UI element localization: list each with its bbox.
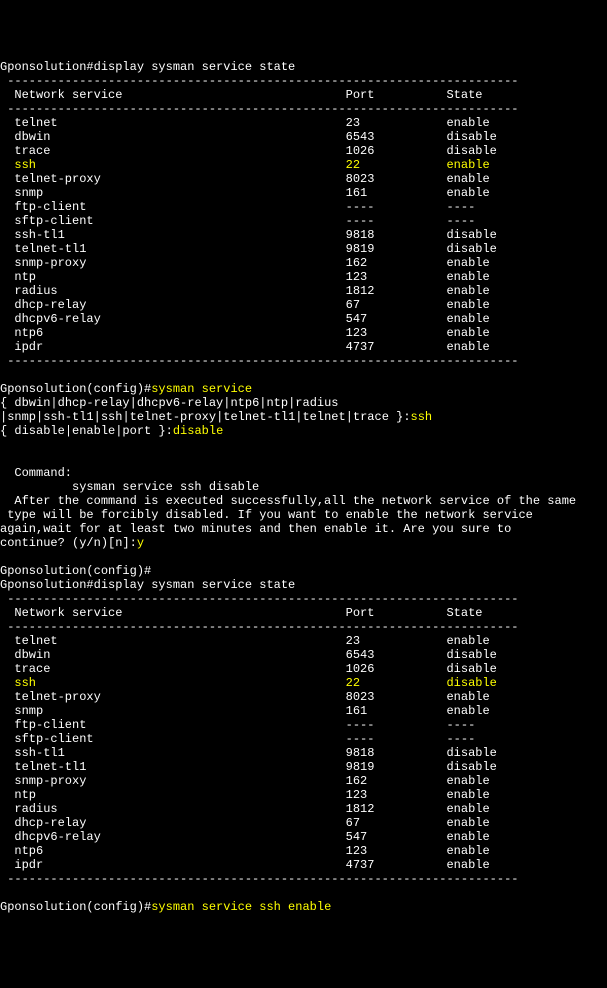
- terminal-line: continue? (y/n)[n]:y: [0, 536, 607, 550]
- terminal-line: dbwin 6543 disable: [0, 648, 607, 662]
- terminal-line: ssh-tl1 9818 disable: [0, 228, 607, 242]
- terminal-line: { disable|enable|port }:disable: [0, 424, 607, 438]
- terminal-line: snmp-proxy 162 enable: [0, 774, 607, 788]
- prompt: Gponsolution(config)#: [0, 900, 151, 914]
- terminal-line: telnet-tl1 9819 disable: [0, 760, 607, 774]
- terminal-line: trace 1026 disable: [0, 144, 607, 158]
- terminal-line: |snmp|ssh-tl1|ssh|telnet-proxy|telnet-tl…: [0, 410, 607, 424]
- terminal-line: ntp6 123 enable: [0, 844, 607, 858]
- terminal-line: ----------------------------------------…: [0, 354, 607, 368]
- terminal-line: [0, 550, 607, 564]
- command: display sysman service state: [94, 60, 296, 74]
- user-input: disable: [173, 424, 223, 438]
- user-input: ssh: [411, 410, 433, 424]
- terminal-line: ----------------------------------------…: [0, 592, 607, 606]
- prompt: Gponsolution(config)#: [0, 564, 151, 578]
- terminal-line: ssh-tl1 9818 disable: [0, 746, 607, 760]
- terminal-line: sysman service ssh disable: [0, 480, 607, 494]
- terminal-line: { dbwin|dhcp-relay|dhcpv6-relay|ntp6|ntp…: [0, 396, 607, 410]
- terminal-line: again,wait for at least two minutes and …: [0, 522, 607, 536]
- terminal-line: Gponsolution#display sysman service stat…: [0, 578, 607, 592]
- terminal-line: [0, 886, 607, 900]
- terminal-line: trace 1026 disable: [0, 662, 607, 676]
- user-input: y: [137, 536, 144, 550]
- terminal-line: telnet 23 enable: [0, 634, 607, 648]
- terminal-line: ntp 123 enable: [0, 270, 607, 284]
- terminal-line: dbwin 6543 disable: [0, 130, 607, 144]
- terminal-line: sftp-client ---- ----: [0, 214, 607, 228]
- terminal-line: dhcpv6-relay 547 enable: [0, 830, 607, 844]
- terminal-line: dhcp-relay 67 enable: [0, 816, 607, 830]
- terminal-line: ssh 22 disable: [0, 676, 607, 690]
- terminal-line: Command:: [0, 466, 607, 480]
- terminal-line: snmp 161 enable: [0, 186, 607, 200]
- terminal-line: [0, 438, 607, 452]
- terminal-line: dhcp-relay 67 enable: [0, 298, 607, 312]
- command: sysman service: [151, 382, 252, 396]
- terminal-line: dhcpv6-relay 547 enable: [0, 312, 607, 326]
- terminal-line: snmp-proxy 162 enable: [0, 256, 607, 270]
- command: sysman service ssh enable: [151, 900, 331, 914]
- terminal-line: telnet 23 enable: [0, 116, 607, 130]
- terminal-line: telnet-proxy 8023 enable: [0, 172, 607, 186]
- terminal-line: ----------------------------------------…: [0, 74, 607, 88]
- terminal-line: ftp-client ---- ----: [0, 200, 607, 214]
- prompt: Gponsolution(config)#: [0, 382, 151, 396]
- terminal-line: telnet-proxy 8023 enable: [0, 690, 607, 704]
- terminal-line: radius 1812 enable: [0, 802, 607, 816]
- terminal-line: ntp 123 enable: [0, 788, 607, 802]
- terminal-line: [0, 452, 607, 466]
- terminal-line: ipdr 4737 enable: [0, 858, 607, 872]
- terminal-line: ----------------------------------------…: [0, 872, 607, 886]
- terminal-line: ----------------------------------------…: [0, 620, 607, 634]
- terminal-line: snmp 161 enable: [0, 704, 607, 718]
- terminal-line: Gponsolution#display sysman service stat…: [0, 60, 607, 74]
- terminal-line: ipdr 4737 enable: [0, 340, 607, 354]
- terminal-line: After the command is executed successful…: [0, 494, 607, 508]
- terminal-line: ----------------------------------------…: [0, 102, 607, 116]
- terminal-line: ftp-client ---- ----: [0, 718, 607, 732]
- terminal-line: telnet-tl1 9819 disable: [0, 242, 607, 256]
- terminal-line: Network service Port State: [0, 606, 607, 620]
- terminal-line: radius 1812 enable: [0, 284, 607, 298]
- terminal-line: ntp6 123 enable: [0, 326, 607, 340]
- command: display sysman service state: [94, 578, 296, 592]
- prompt: Gponsolution#: [0, 60, 94, 74]
- terminal-line: type will be forcibly disabled. If you w…: [0, 508, 607, 522]
- terminal-line: Gponsolution(config)#: [0, 564, 607, 578]
- terminal-output: Gponsolution#display sysman service stat…: [0, 60, 607, 914]
- terminal-line: Gponsolution(config)#sysman service: [0, 382, 607, 396]
- terminal-line: Network service Port State: [0, 88, 607, 102]
- terminal-line: ssh 22 enable: [0, 158, 607, 172]
- terminal-line: Gponsolution(config)#sysman service ssh …: [0, 900, 607, 914]
- terminal-line: [0, 368, 607, 382]
- prompt: Gponsolution#: [0, 578, 94, 592]
- terminal-line: sftp-client ---- ----: [0, 732, 607, 746]
